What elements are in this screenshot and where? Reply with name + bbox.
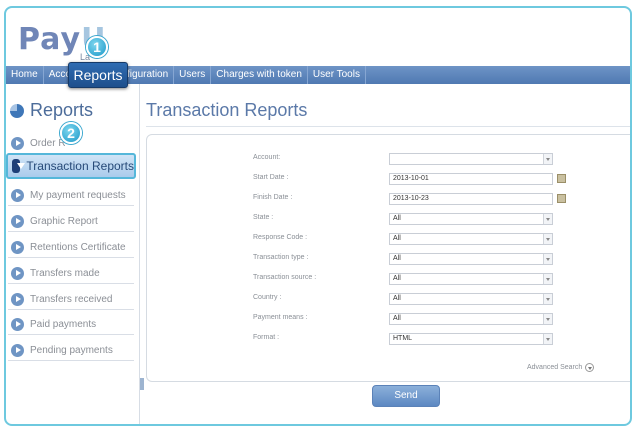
form-label: State : [253, 214, 274, 221]
dropdown-arrow-icon [543, 154, 552, 164]
form-row-country: Country : All [147, 293, 630, 307]
form-label: Response Code : [253, 234, 308, 241]
country-select[interactable]: All [389, 293, 553, 305]
sidebar-title-text: Reports [30, 100, 94, 120]
state-select[interactable]: All [389, 213, 553, 225]
sidebar-item-label: Order R [30, 138, 66, 149]
step-badge-2: 2 [60, 122, 82, 144]
account-select[interactable] [389, 153, 553, 165]
nav-charges-with-token[interactable]: Charges with token [211, 66, 308, 84]
dropdown-arrow-icon [543, 254, 552, 264]
play-icon [11, 189, 24, 202]
format-select[interactable]: HTML [389, 333, 553, 345]
form-row-start-date: Start Date : 2013-10-01 [147, 173, 630, 187]
chevron-down-icon [12, 159, 26, 173]
play-icon [11, 241, 24, 254]
form-row-payment-means: Payment means : All [147, 313, 630, 327]
step-badge-1: 1 [86, 36, 108, 58]
form-label: Payment means : [253, 314, 308, 321]
sidebar-item-label: Graphic Report [30, 216, 98, 227]
play-icon [11, 344, 24, 357]
sidebar-item-paid-payments[interactable]: Paid payments [8, 315, 134, 335]
dropdown-arrow-icon [543, 294, 552, 304]
play-icon [11, 267, 24, 280]
form-label: Transaction source : [253, 274, 317, 281]
finish-date-input[interactable]: 2013-10-23 [389, 193, 553, 205]
form-label: Account: [253, 154, 281, 161]
sidebar-item-transfers-made[interactable]: Transfers made [8, 264, 134, 284]
play-icon [11, 318, 24, 331]
play-icon [11, 215, 24, 228]
sidebar-title: Reports [10, 100, 93, 121]
form-row-transaction-type: Transaction type : All [147, 253, 630, 267]
payu-logo: PayU La [18, 22, 138, 62]
dropdown-arrow-icon [543, 314, 552, 324]
transaction-source-select[interactable]: All [389, 273, 553, 285]
payment-means-select[interactable]: All [389, 313, 553, 325]
sidebar-item-label: Paid payments [30, 319, 97, 330]
sidebar-item-label: Transfers made [30, 268, 100, 279]
transaction-type-select[interactable]: All [389, 253, 553, 265]
sidebar-item-retentions-certificate[interactable]: Retentions Certificate [8, 238, 134, 258]
page-title: Transaction Reports [146, 100, 308, 120]
form-label: Finish Date : [253, 194, 293, 201]
form-label: Format : [253, 334, 280, 341]
dropdown-arrow-icon [543, 214, 552, 224]
nav-home[interactable]: Home [6, 66, 44, 84]
sidebar-item-graphic-report[interactable]: Graphic Report [8, 212, 134, 232]
calendar-icon[interactable] [557, 174, 566, 183]
form-label: Transaction type : [253, 254, 309, 261]
advanced-search-label: Advanced Search [527, 364, 583, 371]
sidebar-item-label: Pending payments [30, 345, 113, 356]
window-frame: PayU La Home Accou Configuration Users C… [4, 6, 632, 426]
title-divider [146, 126, 630, 127]
sidebar-collapse-handle[interactable] [140, 378, 144, 390]
nav-reports-active[interactable]: Reports [68, 62, 128, 88]
dropdown-arrow-icon [543, 334, 552, 344]
advanced-search-toggle[interactable]: Advanced Search [527, 363, 595, 372]
sidebar-item-label: Retentions Certificate [30, 242, 126, 253]
sidebar-item-my-payment-requests[interactable]: My payment requests [8, 186, 134, 206]
play-icon [11, 293, 24, 306]
report-form-panel: Account: Start Date : 2013-10-01 Finish … [146, 134, 630, 382]
response-code-select[interactable]: All [389, 233, 553, 245]
form-row-response-code: Response Code : All [147, 233, 630, 247]
form-row-finish-date: Finish Date : 2013-10-23 [147, 193, 630, 207]
sidebar-item-label: Transaction Reports [26, 159, 134, 173]
pie-chart-icon [10, 103, 24, 118]
form-row-format: Format : HTML [147, 333, 630, 347]
play-icon [11, 137, 24, 150]
chevron-down-icon [585, 363, 595, 372]
sidebar-item-label: My payment requests [30, 190, 126, 201]
sidebar-item-pending-payments[interactable]: Pending payments [8, 341, 134, 361]
dropdown-arrow-icon [543, 274, 552, 284]
nav-user-tools[interactable]: User Tools [308, 66, 366, 84]
form-label: Country : [253, 294, 282, 301]
form-row-account: Account: [147, 153, 630, 167]
sidebar-item-transfers-received[interactable]: Transfers received [8, 290, 134, 310]
send-button[interactable]: Send [372, 385, 440, 407]
form-label: Start Date : [253, 174, 289, 181]
form-row-state: State : All [147, 213, 630, 227]
logo-main: Pay [18, 22, 82, 57]
nav-users[interactable]: Users [174, 66, 212, 84]
calendar-icon[interactable] [557, 194, 566, 203]
start-date-input[interactable]: 2013-10-01 [389, 173, 553, 185]
dropdown-arrow-icon [543, 234, 552, 244]
form-row-transaction-source: Transaction source : All [147, 273, 630, 287]
sidebar-item-label: Transfers received [30, 294, 113, 305]
sidebar-item-transaction-reports-active[interactable]: Transaction Reports [6, 153, 136, 179]
